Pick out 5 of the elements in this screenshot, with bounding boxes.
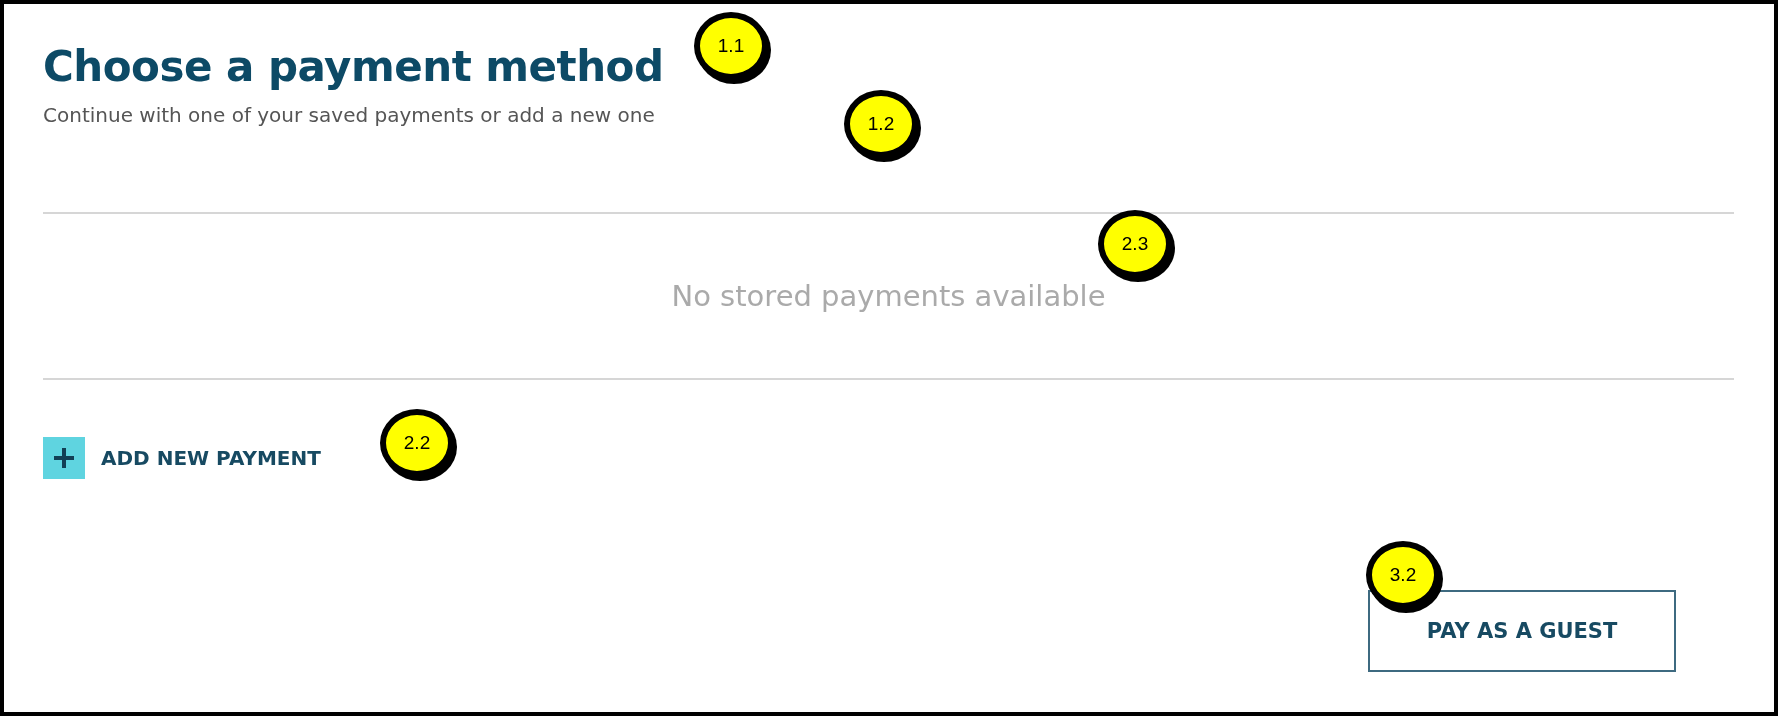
page-heading: Choose a payment method (43, 42, 664, 93)
page-subtitle: Continue with one of your saved payments or add a new one (43, 102, 655, 130)
add-payment-button[interactable]: ADD NEW PAYMENT (43, 437, 321, 480)
empty-message: No stored payments available (671, 277, 1106, 315)
guest-button[interactable]: PAY AS A GUEST (1368, 590, 1676, 673)
